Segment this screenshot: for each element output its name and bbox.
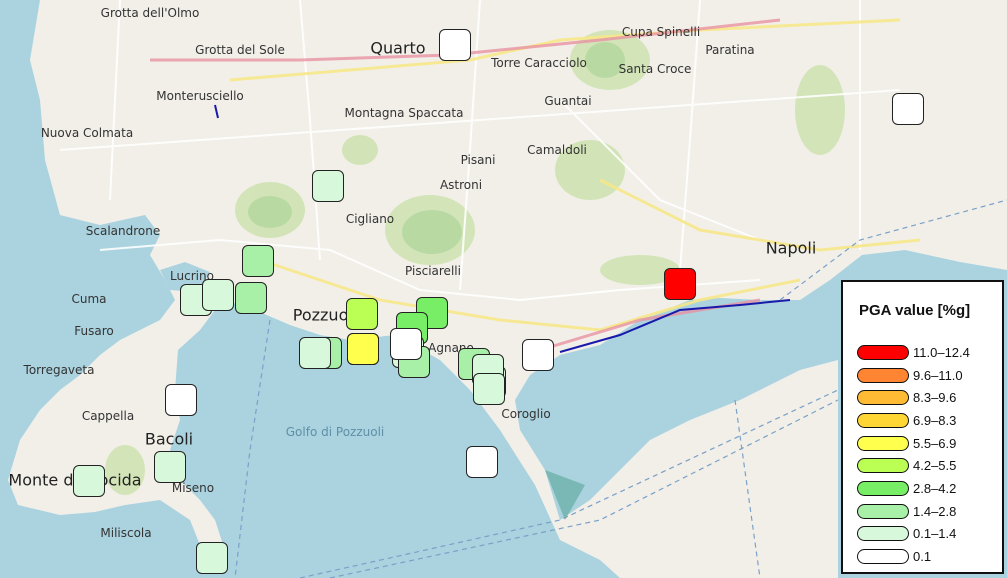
legend-swatch bbox=[857, 526, 909, 542]
place-label: Nuova Colmata bbox=[40, 126, 134, 140]
legend-row: 1.4–2.8 bbox=[857, 500, 988, 523]
legend-swatch bbox=[857, 435, 909, 451]
place-label: Bacoli bbox=[144, 429, 194, 449]
station-marker[interactable] bbox=[242, 245, 274, 277]
place-label: Cuma bbox=[71, 292, 107, 306]
legend-row: 11.0–12.4 bbox=[857, 341, 988, 364]
place-label: Grotta dell'Olmo bbox=[100, 6, 200, 20]
station-marker[interactable] bbox=[165, 384, 197, 416]
legend-label: 0.1–1.4 bbox=[913, 526, 957, 542]
station-marker[interactable] bbox=[347, 333, 379, 365]
map-view[interactable]: Grotta dell'Olmo Grotta del Sole Quarto Tor… bbox=[0, 0, 1007, 578]
place-label: Pisani bbox=[460, 153, 496, 167]
place-label: Torregaveta bbox=[23, 363, 95, 377]
place-label: Astroni bbox=[439, 178, 483, 192]
legend-row: 0.1–1.4 bbox=[857, 523, 988, 546]
place-label: Cappella bbox=[81, 409, 135, 423]
place-label: Grotta del Sole bbox=[195, 43, 285, 57]
place-label: Quarto bbox=[370, 38, 426, 58]
legend-swatch bbox=[857, 458, 909, 474]
station-marker[interactable] bbox=[73, 465, 105, 497]
legend-row: 4.2–5.5 bbox=[857, 454, 988, 477]
place-label: Camaldoli bbox=[527, 143, 587, 157]
station-marker[interactable] bbox=[390, 328, 422, 360]
station-marker[interactable] bbox=[439, 29, 471, 61]
legend-label: 9.6–11.0 bbox=[913, 367, 963, 383]
legend-swatch bbox=[857, 390, 909, 406]
station-marker[interactable] bbox=[312, 170, 344, 202]
legend-label: 0.1 bbox=[913, 549, 932, 565]
legend-row: 8.3–9.6 bbox=[857, 386, 988, 409]
station-marker[interactable] bbox=[299, 337, 331, 369]
pga-legend: PGA value [%g] 11.0–12.4 9.6–11.0 8.3–9.6 6… bbox=[841, 280, 1004, 574]
place-label: Montagna Spaccata bbox=[344, 106, 464, 120]
legend-swatch bbox=[857, 367, 909, 383]
station-marker[interactable] bbox=[892, 93, 924, 125]
station-marker[interactable] bbox=[154, 451, 186, 483]
place-label: Pisciarelli bbox=[405, 264, 461, 278]
legend-classes: 11.0–12.4 9.6–11.0 8.3–9.6 6.9–8.3 5.5–6.9 4.… bbox=[857, 341, 988, 568]
legend-swatch bbox=[857, 480, 909, 496]
station-marker[interactable] bbox=[522, 339, 554, 371]
legend-label: 1.4–2.8 bbox=[913, 503, 957, 519]
legend-swatch bbox=[857, 503, 909, 519]
place-label: Fusaro bbox=[74, 324, 114, 338]
legend-row: 5.5–6.9 bbox=[857, 432, 988, 455]
legend-row: 9.6–11.0 bbox=[857, 364, 988, 387]
place-label: Coroglio bbox=[501, 407, 551, 421]
place-label: Scalandrone bbox=[85, 224, 161, 238]
place-label: Guantai bbox=[544, 94, 592, 108]
place-label: Golfo di Pozzuoli bbox=[285, 425, 385, 439]
legend-row: 0.1 bbox=[857, 545, 988, 568]
legend-swatch bbox=[857, 344, 909, 360]
legend-label: 11.0–12.4 bbox=[913, 344, 970, 360]
place-label: Torre Caracciolo bbox=[491, 56, 587, 70]
legend-title: PGA value [%g] bbox=[859, 302, 971, 319]
place-label: Miseno bbox=[171, 481, 215, 495]
station-marker[interactable] bbox=[196, 542, 228, 574]
station-marker[interactable] bbox=[664, 268, 696, 300]
place-label: Monterusciello bbox=[156, 89, 244, 103]
station-marker[interactable] bbox=[346, 298, 378, 330]
legend-swatch bbox=[857, 412, 909, 428]
place-label: Napoli bbox=[765, 238, 817, 258]
legend-row: 6.9–8.3 bbox=[857, 409, 988, 432]
legend-label: 6.9–8.3 bbox=[913, 412, 957, 428]
place-label: Miliscola bbox=[100, 526, 152, 540]
station-marker[interactable] bbox=[202, 279, 234, 311]
station-marker[interactable] bbox=[473, 373, 505, 405]
place-label: Santa Croce bbox=[618, 62, 692, 76]
legend-swatch bbox=[857, 549, 909, 565]
legend-row: 2.8–4.2 bbox=[857, 477, 988, 500]
legend-label: 5.5–6.9 bbox=[913, 435, 957, 451]
station-marker[interactable] bbox=[235, 282, 267, 314]
place-label: Cupa Spinelli bbox=[621, 25, 701, 39]
legend-label: 8.3–9.6 bbox=[913, 390, 957, 406]
place-label: Paratina bbox=[705, 43, 755, 57]
legend-label: 4.2–5.5 bbox=[913, 458, 957, 474]
place-label: Cigliano bbox=[345, 212, 395, 226]
station-marker[interactable] bbox=[466, 446, 498, 478]
legend-label: 2.8–4.2 bbox=[913, 480, 957, 496]
